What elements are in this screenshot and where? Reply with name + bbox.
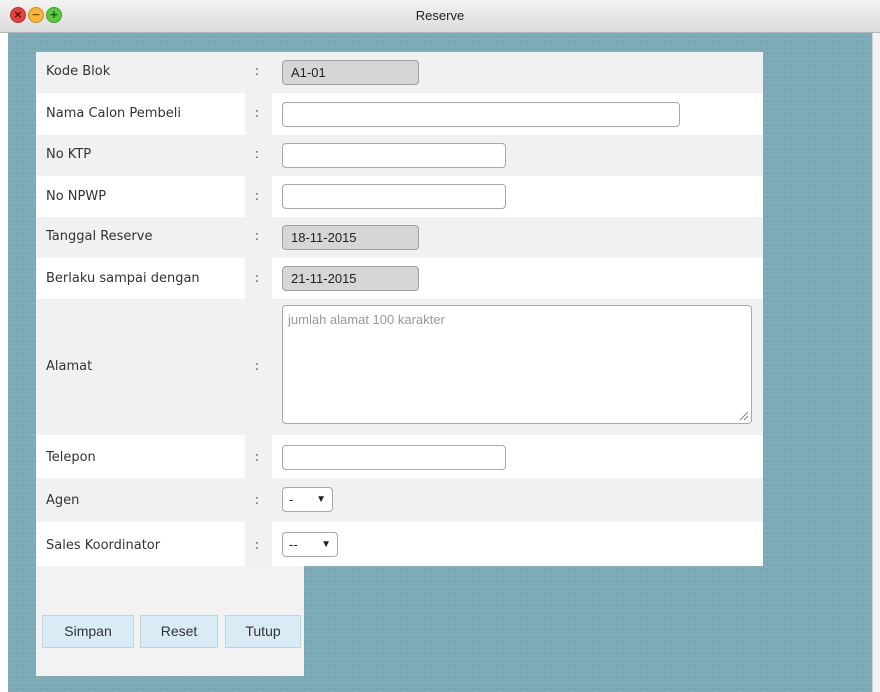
tanggal-reserve-label: Tanggal Reserve <box>46 229 153 244</box>
title-bar[interactable]: × − + Reserve <box>0 0 880 33</box>
colon: : <box>254 450 260 465</box>
colon: : <box>254 538 260 553</box>
agen-select[interactable]: - ▼ <box>282 487 333 512</box>
alamat-textarea[interactable]: jumlah alamat 100 karakter <box>282 305 752 424</box>
telepon-input[interactable] <box>282 445 506 470</box>
sales-koordinator-selected-value: -- <box>289 537 298 552</box>
no-ktp-label: No KTP <box>46 147 92 162</box>
reserve-form: Kode Blok : A1-01 Nama Calon Pembeli : N… <box>36 52 763 566</box>
colon: : <box>254 147 260 162</box>
colon: : <box>254 359 260 374</box>
colon: : <box>254 271 260 286</box>
row-nama-calon-pembeli: Nama Calon Pembeli : <box>36 93 763 135</box>
reset-button[interactable]: Reset <box>140 615 218 648</box>
resize-grip-icon[interactable] <box>740 412 748 420</box>
row-kode-blok: Kode Blok : A1-01 <box>36 52 763 93</box>
berlaku-sampai-dengan-field[interactable]: 21-11-2015 <box>282 266 419 291</box>
simpan-button[interactable]: Simpan <box>42 615 134 648</box>
colon: : <box>254 106 260 121</box>
agen-selected-value: - <box>289 492 294 507</box>
alamat-placeholder: jumlah alamat 100 karakter <box>288 312 445 327</box>
colon: : <box>254 493 260 508</box>
row-sales-koordinator: Sales Koordinator : -- ▼ <box>36 522 763 566</box>
row-tanggal-reserve: Tanggal Reserve : 18-11-2015 <box>36 217 763 258</box>
row-no-ktp: No KTP : <box>36 135 763 176</box>
berlaku-sampai-dengan-label: Berlaku sampai dengan <box>46 271 200 286</box>
row-agen: Agen : - ▼ <box>36 478 763 522</box>
kode-blok-field[interactable]: A1-01 <box>282 60 419 85</box>
nama-calon-pembeli-input[interactable] <box>282 102 680 127</box>
telepon-label: Telepon <box>46 450 96 465</box>
colon: : <box>254 189 260 204</box>
chevron-down-icon: ▼ <box>321 539 331 550</box>
row-alamat: Alamat : jumlah alamat 100 karakter <box>36 299 763 435</box>
colon: : <box>254 229 260 244</box>
kode-blok-label: Kode Blok <box>46 64 111 79</box>
colon: : <box>254 64 260 79</box>
sales-koordinator-label: Sales Koordinator <box>46 538 161 553</box>
no-ktp-input[interactable] <box>282 143 506 168</box>
agen-label: Agen <box>46 493 80 508</box>
window-title: Reserve <box>415 8 465 23</box>
reserve-window: × − + Reserve Kode Blok : A1-01 Nama Cal… <box>0 0 880 692</box>
button-panel: Simpan Reset Tutup <box>36 566 304 676</box>
tanggal-reserve-field[interactable]: 18-11-2015 <box>282 225 419 250</box>
no-npwp-input[interactable] <box>282 184 506 209</box>
tutup-button[interactable]: Tutup <box>225 615 301 648</box>
no-npwp-label: No NPWP <box>46 189 107 204</box>
nama-calon-pembeli-label: Nama Calon Pembeli <box>46 106 181 121</box>
chevron-down-icon: ▼ <box>316 494 326 505</box>
row-no-npwp: No NPWP : <box>36 176 763 217</box>
sales-koordinator-select[interactable]: -- ▼ <box>282 532 338 557</box>
row-telepon: Telepon : <box>36 435 763 478</box>
alamat-label: Alamat <box>46 359 93 374</box>
row-berlaku-sampai-dengan: Berlaku sampai dengan : 21-11-2015 <box>36 258 763 299</box>
window-edge <box>872 33 880 692</box>
